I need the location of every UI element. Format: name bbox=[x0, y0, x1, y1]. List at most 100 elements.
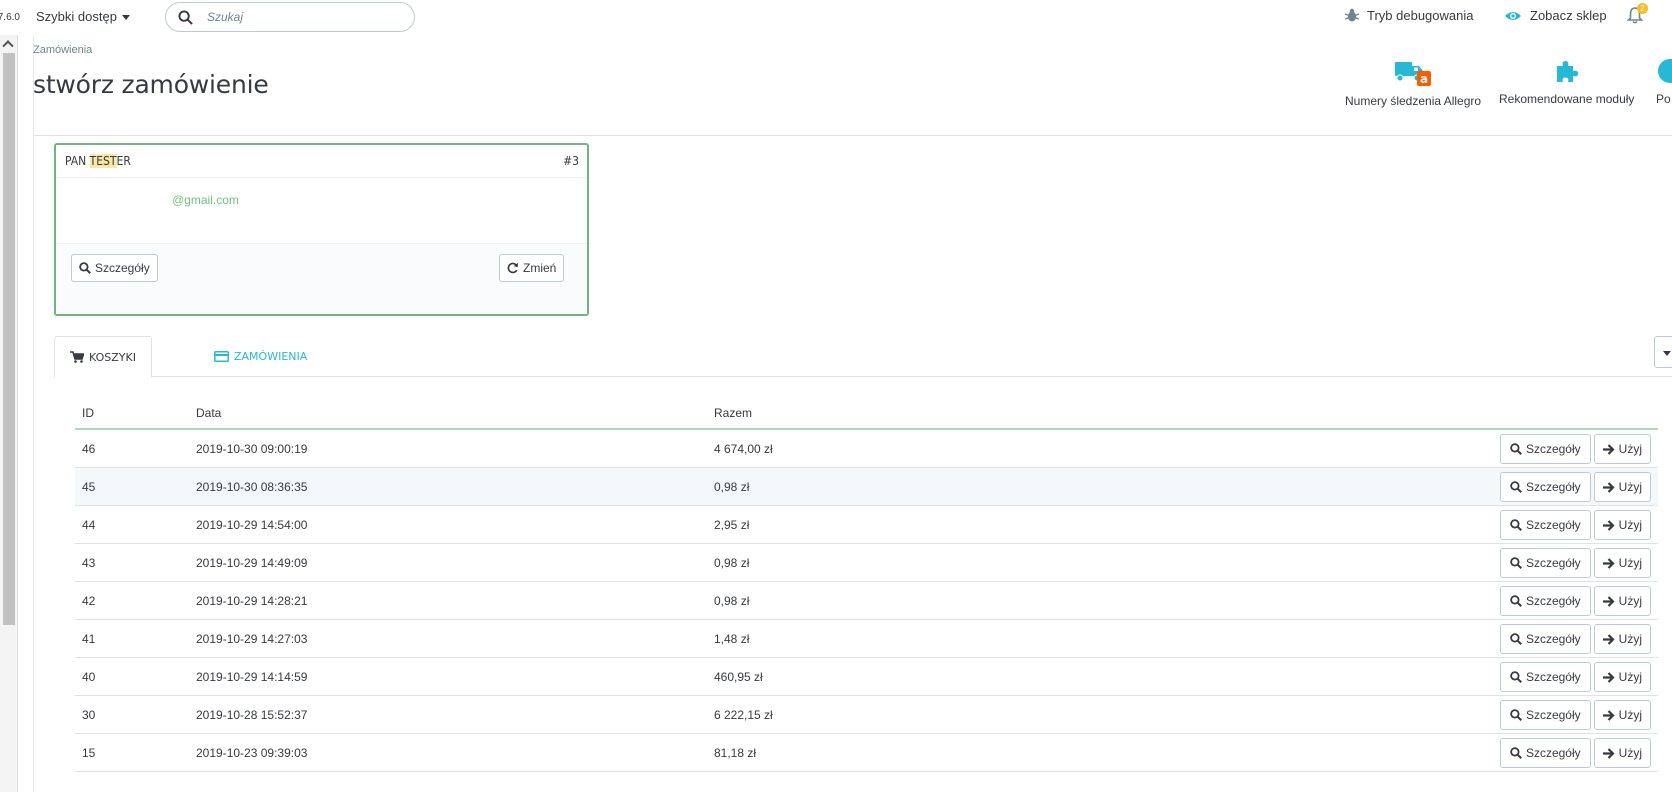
scrollbar-thumb[interactable] bbox=[3, 53, 15, 625]
cart-date: 2019-10-28 15:52:37 bbox=[196, 708, 308, 722]
table-header: ID Data Razem bbox=[75, 396, 1658, 430]
cart-details-label: Szczegóły bbox=[1525, 670, 1581, 684]
search-icon bbox=[1510, 595, 1522, 607]
caret-down-icon bbox=[1663, 350, 1671, 356]
view-shop-link[interactable]: Zobacz sklep bbox=[1504, 8, 1607, 23]
cart-details-button[interactable]: Szczegóły bbox=[1499, 510, 1591, 540]
quick-access-label: Szybki dostęp bbox=[36, 9, 117, 24]
cart-use-button[interactable]: Użyj bbox=[1593, 510, 1651, 540]
cart-use-label: Użyj bbox=[1618, 632, 1642, 646]
tabs-dropdown-button[interactable] bbox=[1654, 336, 1672, 368]
top-bar: 7.6.0 Szybki dostęp Tryb debugowania Zob… bbox=[0, 0, 1672, 35]
column-header-total: Razem bbox=[714, 406, 753, 420]
cart-details-label: Szczegóły bbox=[1525, 518, 1581, 532]
arrow-right-icon bbox=[1602, 709, 1615, 721]
tab-orders-label: ZAMÓWIENIA bbox=[234, 350, 308, 363]
customer-card-header: PAN TESTER #3 bbox=[56, 145, 587, 178]
search-icon[interactable] bbox=[178, 9, 193, 25]
cart-details-button[interactable]: Szczegóły bbox=[1499, 586, 1591, 616]
cart-total: 1,48 zł bbox=[714, 632, 750, 646]
arrow-right-icon bbox=[1602, 595, 1615, 607]
cart-details-button[interactable]: Szczegóły bbox=[1499, 434, 1591, 464]
customer-card-body: @gmail.com bbox=[56, 178, 587, 244]
sidebar-gutter bbox=[18, 35, 34, 792]
cart-total: 81,18 zł bbox=[714, 746, 757, 760]
cart-use-button[interactable]: Użyj bbox=[1593, 434, 1651, 464]
search-icon bbox=[1510, 671, 1522, 683]
cart-total: 460,95 zł bbox=[714, 670, 763, 684]
customer-details-label: Szczegóły bbox=[95, 261, 150, 275]
cart-use-button[interactable]: Użyj bbox=[1593, 472, 1651, 502]
row-actions: Szczegóły Użyj bbox=[1499, 548, 1651, 578]
view-shop-label: Zobacz sklep bbox=[1530, 8, 1607, 23]
breadcrumb[interactable]: Zamówienia bbox=[33, 44, 92, 56]
cart-details-button[interactable]: Szczegóły bbox=[1499, 738, 1591, 768]
table-row: 40 2019-10-29 14:14:59 460,95 zł Szczegó… bbox=[75, 658, 1658, 696]
cart-use-button[interactable]: Użyj bbox=[1593, 738, 1651, 768]
recommended-modules-button[interactable]: Rekomendowane moduły bbox=[1499, 58, 1634, 106]
eye-icon bbox=[1505, 11, 1521, 20]
cart-details-label: Szczegóły bbox=[1525, 480, 1581, 494]
arrow-right-icon bbox=[1602, 633, 1615, 645]
cart-id: 43 bbox=[82, 556, 96, 570]
help-button[interactable]: Po bbox=[1656, 58, 1672, 106]
customer-email[interactable]: @gmail.com bbox=[172, 193, 239, 207]
arrow-right-icon bbox=[1602, 443, 1615, 455]
table-row: 41 2019-10-29 14:27:03 1,48 zł Szczegóły… bbox=[75, 620, 1658, 658]
cart-details-button[interactable]: Szczegóły bbox=[1499, 472, 1591, 502]
arrow-right-icon bbox=[1602, 671, 1615, 683]
table-body: 46 2019-10-30 09:00:19 4 674,00 zł Szcze… bbox=[75, 430, 1658, 772]
table-row: 46 2019-10-30 09:00:19 4 674,00 zł Szcze… bbox=[75, 430, 1658, 468]
cart-id: 45 bbox=[82, 480, 96, 494]
customer-name: PAN TESTER bbox=[65, 154, 131, 168]
tab-carts[interactable]: KOSZYKI bbox=[54, 336, 152, 378]
cart-details-label: Szczegóły bbox=[1525, 556, 1581, 570]
cart-details-button[interactable]: Szczegóły bbox=[1499, 624, 1591, 654]
arrow-right-icon bbox=[1602, 519, 1615, 531]
search-icon bbox=[1510, 557, 1522, 569]
cart-use-button[interactable]: Użyj bbox=[1593, 700, 1651, 730]
cart-date: 2019-10-23 09:39:03 bbox=[196, 746, 308, 760]
cart-id: 46 bbox=[82, 442, 96, 456]
customer-change-button[interactable]: Zmień bbox=[499, 254, 565, 282]
cart-details-label: Szczegóły bbox=[1525, 708, 1581, 722]
search-input[interactable] bbox=[207, 10, 397, 24]
debug-mode-link[interactable]: Tryb debugowania bbox=[1345, 8, 1473, 23]
search-icon bbox=[1510, 481, 1522, 493]
customer-card-footer: Szczegóły Zmień bbox=[56, 244, 587, 314]
table-row: 43 2019-10-29 14:49:09 0,98 zł Szczegóły… bbox=[75, 544, 1658, 582]
tab-orders[interactable]: ZAMÓWIENIA bbox=[199, 336, 322, 377]
cart-use-label: Użyj bbox=[1618, 746, 1642, 760]
table-row: 15 2019-10-23 09:39:03 81,18 zł Szczegół… bbox=[75, 734, 1658, 772]
cart-details-button[interactable]: Szczegóły bbox=[1499, 662, 1591, 692]
customer-id: #3 bbox=[563, 154, 579, 168]
bug-icon bbox=[1345, 8, 1359, 22]
cart-details-button[interactable]: Szczegóły bbox=[1499, 700, 1591, 730]
search-box bbox=[165, 2, 415, 32]
cart-use-button[interactable]: Użyj bbox=[1593, 548, 1651, 578]
scroll-up-icon[interactable] bbox=[2, 40, 14, 52]
cart-use-button[interactable]: Użyj bbox=[1593, 586, 1651, 616]
search-icon bbox=[1510, 519, 1522, 531]
cart-use-label: Użyj bbox=[1618, 594, 1642, 608]
column-header-id: ID bbox=[82, 406, 94, 420]
cart-use-button[interactable]: Użyj bbox=[1593, 624, 1651, 654]
cart-use-label: Użyj bbox=[1618, 670, 1642, 684]
cart-date: 2019-10-29 14:14:59 bbox=[196, 670, 308, 684]
cart-total: 0,98 zł bbox=[714, 594, 750, 608]
quick-access-dropdown[interactable]: Szybki dostęp bbox=[36, 9, 130, 24]
tab-carts-label: KOSZYKI bbox=[89, 350, 136, 364]
sidebar-scrollbar[interactable] bbox=[0, 35, 18, 792]
customer-change-label: Zmień bbox=[523, 261, 557, 275]
cart-details-button[interactable]: Szczegóły bbox=[1499, 548, 1591, 578]
customer-name-suffix: ER bbox=[116, 154, 131, 168]
cart-id: 15 bbox=[82, 746, 96, 760]
customer-details-button[interactable]: Szczegóły bbox=[71, 254, 158, 282]
cart-id: 41 bbox=[82, 632, 96, 646]
row-actions: Szczegóły Użyj bbox=[1499, 700, 1651, 730]
allegro-tracking-button[interactable]: a Numery śledzenia Allegro bbox=[1345, 58, 1481, 108]
page-title: stwórz zamówienie bbox=[33, 70, 269, 99]
cart-total: 0,98 zł bbox=[714, 480, 750, 494]
table-row: 44 2019-10-29 14:54:00 2,95 zł Szczegóły… bbox=[75, 506, 1658, 544]
cart-use-button[interactable]: Użyj bbox=[1593, 662, 1651, 692]
